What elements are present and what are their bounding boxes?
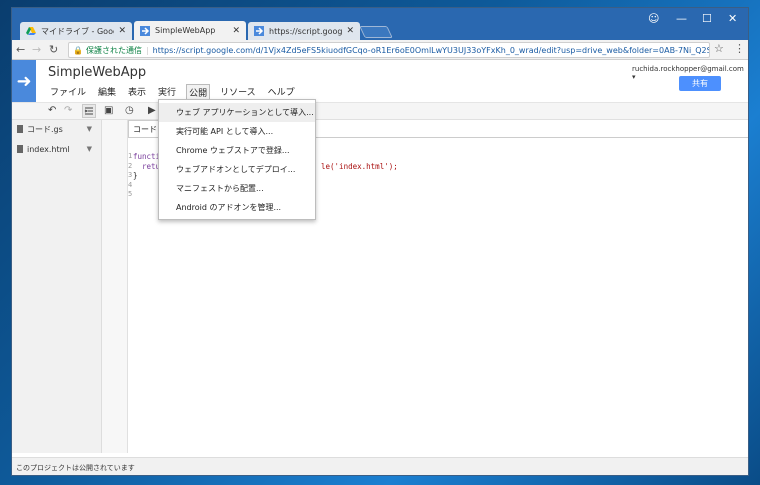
menu-item-manifest-deploy[interactable]: マニフェストから配置... [159, 179, 315, 198]
menu-edit[interactable]: 編集 [96, 84, 118, 101]
code-line: } [133, 171, 138, 180]
redo-icon[interactable]: ↷ [64, 105, 72, 116]
reload-icon[interactable]: ↻ [49, 43, 58, 56]
menu-item-deploy-api[interactable]: 実行可能 API として導入... [159, 122, 315, 141]
menu-item-web-addon[interactable]: ウェブアドオンとしてデプロイ... [159, 160, 315, 179]
share-button[interactable]: 共有 [679, 76, 721, 91]
address-bar: ← → ↻ 🔒 保護された通信 | https://script.google.… [12, 40, 748, 60]
new-tab-button[interactable] [359, 26, 393, 38]
bookmark-star-icon[interactable]: ☆ [714, 42, 724, 55]
file-name: index.html [27, 144, 70, 154]
code-line: retu [133, 162, 161, 171]
tab-simplewebapp[interactable]: SimpleWebApp ✕ [134, 21, 246, 40]
profile-icon[interactable]: ☺ [648, 12, 659, 25]
back-icon[interactable]: ← [16, 43, 25, 56]
apps-script-icon [140, 25, 150, 36]
code-fragment: le('index.html'); [321, 162, 398, 171]
menu-item-deploy-web-app[interactable]: ウェブ アプリケーションとして導入... [159, 103, 315, 122]
menu-item-chrome-store[interactable]: Chrome ウェブストアで登録... [159, 141, 315, 160]
file-sidebar: コード.gs ▼ index.html ▼ [12, 120, 102, 453]
url-input[interactable]: 🔒 保護された通信 | https://script.google.com/d/… [68, 42, 710, 58]
tab-script-url[interactable]: https://script.google.com ✕ [248, 22, 360, 40]
line-number: 5 [128, 190, 133, 198]
save-icon[interactable]: ▣ [104, 105, 113, 116]
lock-icon: 🔒 [73, 45, 83, 55]
indent-button[interactable] [82, 104, 96, 118]
maximize-icon[interactable]: ☐ [702, 12, 712, 25]
separator: | [145, 45, 149, 55]
tab-label: マイドライブ - Google ドライ [41, 26, 114, 36]
chevron-down-icon[interactable]: ▼ [87, 145, 92, 153]
chevron-down-icon[interactable]: ▼ [87, 125, 92, 133]
run-icon[interactable]: ▶ [148, 105, 156, 116]
tab-strip: マイドライブ - Google ドライ ✕ SimpleWebApp ✕ htt… [12, 8, 748, 40]
file-icon [17, 145, 23, 153]
minimize-icon[interactable]: — [676, 12, 687, 25]
menu-file[interactable]: ファイル [48, 84, 88, 101]
file-icon [17, 125, 23, 133]
app-header: ➜ SimpleWebApp ファイル 編集 表示 実行 公開 リソース ヘルプ… [12, 60, 748, 102]
apps-script-icon [254, 26, 264, 36]
indent-icon [84, 107, 93, 115]
browser-menu-icon[interactable]: ⋮ [734, 42, 745, 55]
url-text: https://script.google.com/d/1Vjx4Zd5eFS5… [152, 45, 710, 55]
publish-dropdown-menu: ウェブ アプリケーションとして導入... 実行可能 API として導入... C… [158, 99, 316, 220]
close-tab-icon[interactable]: ✕ [118, 26, 126, 36]
status-bar: このプロジェクトは公開されています [12, 457, 748, 475]
file-item[interactable]: index.html ▼ [12, 142, 100, 156]
code-line: functi [133, 152, 161, 161]
line-number: 1 [128, 152, 133, 160]
secure-label: 保護された通信 [85, 45, 142, 55]
apps-script-logo-icon[interactable]: ➜ [12, 60, 36, 102]
google-drive-icon [26, 27, 36, 35]
tab-label: SimpleWebApp [155, 26, 216, 35]
triggers-clock-icon[interactable]: ◷ [125, 105, 134, 116]
tab-label: https://script.google.com [269, 26, 343, 36]
editor-toolbar: ↶ ↷ ▣ ◷ ▶ [12, 102, 748, 120]
sidebar-gutter [102, 120, 128, 453]
file-item[interactable]: コード.gs ▼ [12, 122, 100, 136]
close-tab-icon[interactable]: ✕ [346, 26, 354, 36]
line-number: 3 [128, 171, 133, 179]
project-title[interactable]: SimpleWebApp [48, 65, 146, 80]
close-window-icon[interactable]: ✕ [728, 12, 737, 25]
line-number: 2 [128, 162, 133, 170]
line-number: 4 [128, 181, 133, 189]
menu-item-android-addon[interactable]: Android のアドオンを管理... [159, 198, 315, 217]
menu-view[interactable]: 表示 [126, 84, 148, 101]
browser-window: マイドライブ - Google ドライ ✕ SimpleWebApp ✕ htt… [12, 8, 748, 475]
file-name: コード.gs [27, 124, 63, 134]
undo-icon[interactable]: ↶ [48, 105, 56, 116]
tab-drive[interactable]: マイドライブ - Google ドライ ✕ [20, 22, 132, 40]
forward-icon[interactable]: → [32, 43, 41, 56]
close-tab-icon[interactable]: ✕ [232, 26, 240, 36]
